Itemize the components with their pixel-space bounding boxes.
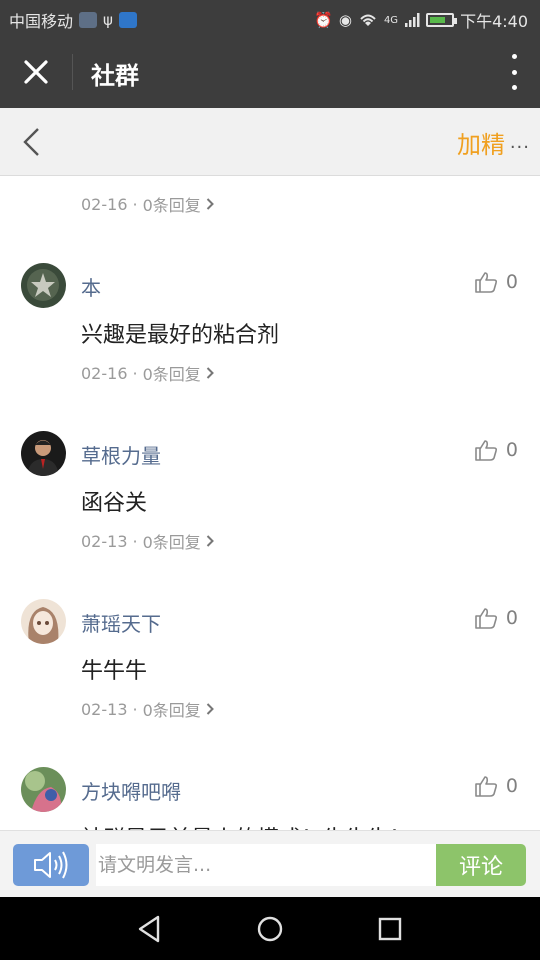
meta-separator: ·: [132, 363, 138, 383]
chevron-right-icon: [206, 535, 214, 547]
app-notification-icon: [118, 12, 137, 28]
feature-button[interactable]: 加精: [457, 125, 505, 160]
title-bar: 社群: [0, 36, 540, 108]
usb-icon: ψ: [103, 11, 113, 29]
page-title: 社群: [91, 62, 139, 90]
comment-list: 02-16 · 0条回复 本 0 兴趣是最好的粘合剂 02-16 · 0条回复: [0, 176, 540, 830]
comment-date: 02-16: [81, 194, 128, 214]
like-button[interactable]: 0: [474, 271, 518, 293]
notification-icon: [79, 12, 98, 28]
avatar[interactable]: [21, 767, 66, 812]
comment-text: 牛牛牛: [81, 659, 148, 684]
comment-meta: 02-13 · 0条回复: [81, 697, 214, 721]
title-divider: [72, 54, 73, 90]
alarm-icon: ⏰: [314, 11, 333, 29]
comment-meta: 02-13 · 0条回复: [81, 529, 214, 553]
battery-icon: [426, 13, 458, 27]
like-count: 0: [505, 439, 518, 461]
comment-input-bar: 评论: [0, 830, 540, 897]
like-button[interactable]: 0: [474, 607, 518, 629]
system-nav-bar: [0, 897, 540, 960]
thumbs-up-icon: [475, 440, 497, 461]
like-count: 0: [505, 775, 518, 797]
meta-separator: ·: [132, 531, 138, 551]
comment-author[interactable]: 本: [81, 272, 101, 301]
signal-icon: [405, 13, 420, 27]
comment-meta: 02-16 · 0条回复: [81, 192, 214, 216]
like-button[interactable]: 0: [474, 439, 518, 461]
meta-separator: ·: [132, 194, 138, 214]
comment-item: 草根力量 0 函谷关 02-13 · 0条回复: [0, 431, 540, 599]
nav-back-icon[interactable]: [132, 911, 168, 947]
thumbs-up-icon: [475, 272, 497, 293]
carrier-label: 中国移动: [9, 12, 74, 31]
reply-count-link[interactable]: 0条回复: [143, 697, 201, 721]
speaker-icon: [34, 851, 68, 879]
comment-item: 萧瑶天下 0 牛牛牛 02-13 · 0条回复: [0, 599, 540, 767]
comment-item: 方块嘚吧嘚 0 社群是目前最火的模式！牛牛牛！: [0, 767, 540, 830]
sub-header: 加精 ...: [0, 108, 540, 176]
network-type: 4G: [383, 14, 399, 26]
wifi-icon: [360, 14, 376, 26]
reply-count-link[interactable]: 0条回复: [143, 192, 201, 216]
comment-item: 本 0 兴趣是最好的粘合剂 02-16 · 0条回复: [0, 263, 540, 431]
comment-meta: 02-16 · 0条回复: [81, 361, 214, 385]
meta-separator: ·: [132, 699, 138, 719]
like-button[interactable]: 0: [474, 775, 518, 797]
more-vertical-icon[interactable]: [510, 54, 518, 90]
clock: 下午4:40: [460, 12, 528, 31]
chevron-right-icon: [206, 367, 214, 379]
comment-author[interactable]: 方块嘚吧嘚: [81, 776, 181, 805]
comment-date: 02-16: [81, 363, 128, 383]
nav-home-icon[interactable]: [252, 911, 288, 947]
comment-text: 社群是目前最火的模式！牛牛牛！: [81, 821, 411, 830]
thumbs-up-icon: [475, 776, 497, 797]
reply-count-link[interactable]: 0条回复: [143, 361, 201, 385]
status-bar: 中国移动 ψ ⏰ ◉ 4G 下午4:40: [0, 0, 540, 36]
submit-comment-button[interactable]: 评论: [436, 844, 526, 886]
avatar[interactable]: [21, 431, 66, 476]
voice-input-button[interactable]: [13, 844, 89, 886]
chevron-right-icon: [206, 198, 214, 210]
reply-count-link[interactable]: 0条回复: [143, 529, 201, 553]
comment-text: 函谷关: [81, 491, 148, 516]
comment-date: 02-13: [81, 531, 128, 551]
comment-author[interactable]: 萧瑶天下: [81, 608, 161, 637]
chevron-right-icon: [206, 703, 214, 715]
chevron-left-icon[interactable]: [18, 126, 48, 158]
comment-date: 02-13: [81, 699, 128, 719]
more-button[interactable]: ...: [510, 132, 530, 153]
avatar[interactable]: [21, 599, 66, 644]
nav-recents-icon[interactable]: [372, 911, 408, 947]
like-count: 0: [505, 271, 518, 293]
comment-text: 兴趣是最好的粘合剂: [81, 323, 280, 348]
eye-icon: ◉: [338, 11, 352, 29]
like-count: 0: [505, 607, 518, 629]
thumbs-up-icon: [475, 608, 497, 629]
avatar[interactable]: [21, 263, 66, 308]
comment-input[interactable]: [96, 844, 436, 886]
comment-author[interactable]: 草根力量: [81, 440, 161, 469]
close-icon[interactable]: [18, 54, 54, 90]
